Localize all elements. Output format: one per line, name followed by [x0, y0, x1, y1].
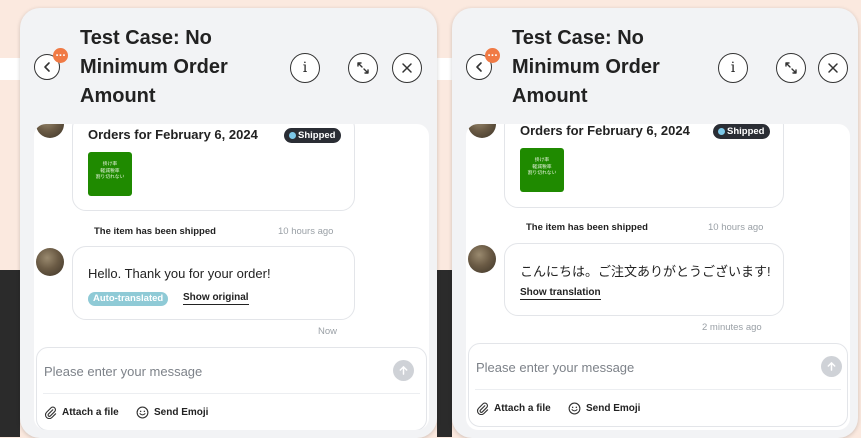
composer-divider: [475, 389, 841, 390]
product-thumbnail[interactable]: 掛け率 軽減税率 割り切れない: [88, 152, 132, 196]
send-button[interactable]: [821, 356, 842, 377]
status-badge: Shipped: [713, 124, 771, 139]
status-label: Shipped: [727, 126, 765, 137]
status-label: Shipped: [298, 130, 336, 141]
show-original-link[interactable]: Show original: [183, 292, 249, 305]
event-time: 10 hours ago: [278, 226, 334, 237]
background-stripe: [437, 58, 452, 80]
event-time: 10 hours ago: [708, 222, 764, 233]
background-dark-region: [437, 270, 452, 437]
close-button[interactable]: [392, 53, 422, 83]
chat-title: Test Case: No Minimum Order Amount: [512, 27, 660, 107]
chat-panel-left: ... Test Case: No Minimum Order Amount i…: [20, 8, 437, 438]
message-composer: Attach a file Send Emoji: [36, 347, 427, 430]
expand-icon: [357, 62, 369, 74]
event-text: The item has been shipped: [526, 222, 648, 233]
chat-header: ... Test Case: No Minimum Order Amount i: [452, 8, 858, 124]
info-button[interactable]: i: [290, 53, 320, 83]
chevron-left-icon: [476, 62, 482, 72]
product-thumbnail[interactable]: 掛け率 軽減税率 割り切れない: [520, 148, 564, 192]
smiley-icon: [136, 406, 149, 418]
notification-badge: ...: [485, 48, 500, 63]
message-bubble: Hello. Thank you for your order! Auto-tr…: [72, 246, 355, 320]
status-dot-icon: [718, 128, 725, 135]
status-dot-icon: [289, 132, 296, 139]
expand-button[interactable]: [348, 53, 378, 83]
order-card[interactable]: Orders for February 6, 2024 Shipped 掛け率 …: [504, 124, 784, 208]
background-stripe: [0, 58, 20, 80]
order-title: Orders for February 6, 2024: [88, 127, 258, 142]
message-text: Hello. Thank you for your order!: [88, 266, 271, 281]
avatar: [36, 248, 64, 276]
info-icon: i: [730, 60, 736, 76]
attach-file-label: Attach a file: [494, 402, 551, 414]
paperclip-icon: [44, 406, 57, 419]
send-emoji-button[interactable]: Send Emoji: [136, 403, 208, 421]
avatar: [468, 245, 496, 273]
message-time: 2 minutes ago: [702, 322, 762, 333]
send-emoji-button[interactable]: Send Emoji: [568, 399, 640, 417]
paperclip-icon: [476, 402, 489, 415]
chat-title: Test Case: No Minimum Order Amount: [80, 27, 228, 107]
message-text: こんにちは。ご注文ありがとうございます!: [520, 264, 771, 279]
order-card[interactable]: Orders for February 6, 2024 Shipped 掛け率 …: [72, 124, 355, 211]
chat-body: Orders for February 6, 2024 Shipped 掛け率 …: [34, 124, 429, 430]
close-icon: [828, 63, 838, 73]
arrow-up-icon: [399, 366, 408, 375]
expand-icon: [785, 62, 797, 74]
chat-panel-right: ... Test Case: No Minimum Order Amount i…: [452, 8, 858, 438]
expand-button[interactable]: [776, 53, 806, 83]
order-title: Orders for February 6, 2024: [520, 124, 690, 138]
thumbnail-text: 掛け率 軽減税率 割り切れない: [527, 158, 557, 176]
send-button[interactable]: [393, 360, 414, 381]
arrow-up-icon: [827, 362, 836, 371]
notification-badge: ...: [53, 48, 68, 63]
message-time: Now: [318, 326, 338, 337]
attach-file-label: Attach a file: [62, 406, 119, 418]
show-translation-link[interactable]: Show translation: [520, 287, 601, 300]
attach-file-button[interactable]: Attach a file: [44, 403, 119, 421]
thumbnail-text: 掛け率 軽減税率 割り切れない: [95, 162, 125, 180]
info-icon: i: [302, 60, 308, 76]
message-input[interactable]: [476, 357, 776, 377]
message-bubble: こんにちは。ご注文ありがとうございます! Show translation: [504, 243, 784, 316]
background-dark-region: [0, 270, 20, 437]
send-emoji-label: Send Emoji: [586, 402, 641, 414]
smiley-icon: [568, 402, 581, 414]
info-button[interactable]: i: [718, 53, 748, 83]
auto-translated-badge: Auto-translated: [88, 292, 169, 306]
message-composer: Attach a file Send Emoji: [468, 343, 848, 427]
composer-divider: [43, 393, 420, 394]
event-text: The item has been shipped: [94, 226, 216, 237]
close-icon: [402, 63, 412, 73]
close-button[interactable]: [818, 53, 848, 83]
chevron-left-icon: [44, 62, 50, 72]
status-badge: Shipped: [284, 128, 342, 143]
avatar: [36, 124, 64, 138]
message-input[interactable]: [44, 361, 344, 381]
chat-body: Orders for February 6, 2024 Shipped 掛け率 …: [466, 124, 850, 430]
attach-file-button[interactable]: Attach a file: [476, 399, 551, 417]
avatar: [468, 124, 496, 138]
send-emoji-label: Send Emoji: [154, 406, 209, 418]
chat-header: ... Test Case: No Minimum Order Amount i: [20, 8, 437, 124]
